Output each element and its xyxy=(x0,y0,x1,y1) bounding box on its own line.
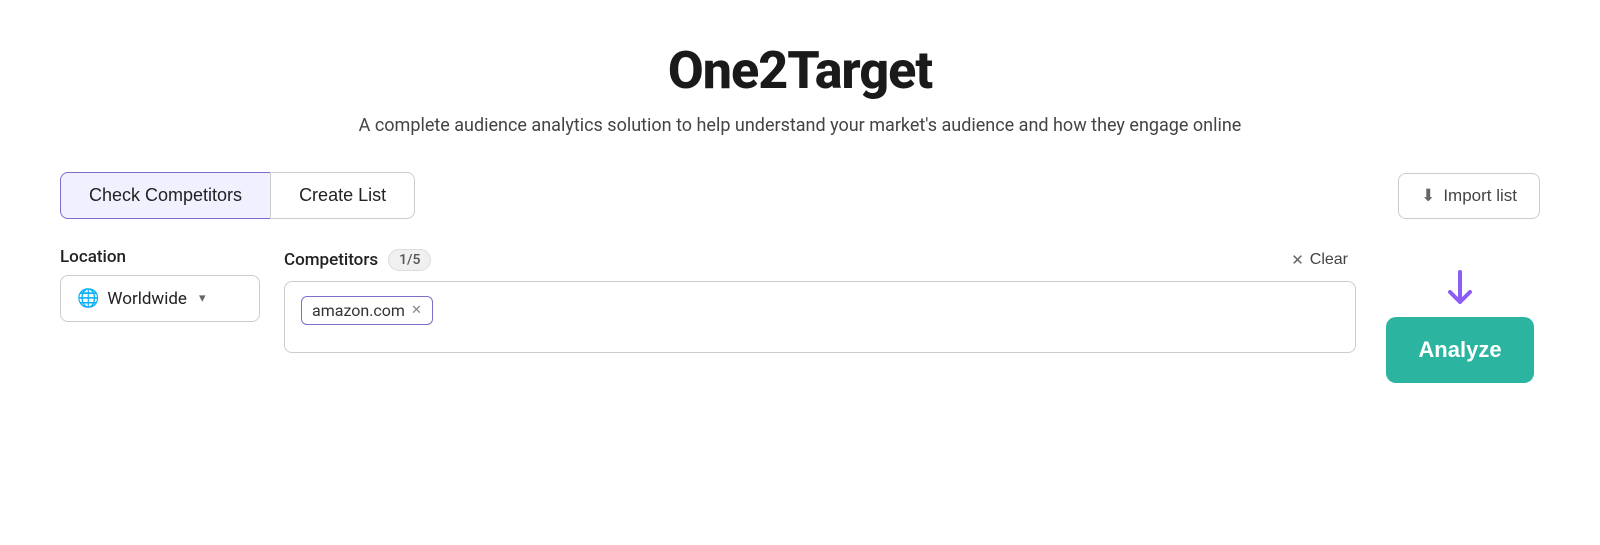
import-icon: ⬇ xyxy=(1421,186,1435,206)
tabs-row: Check Competitors Create List ⬇ Import l… xyxy=(60,172,1540,219)
page-subtitle: A complete audience analytics solution t… xyxy=(359,115,1242,136)
competitors-count-badge: 1/5 xyxy=(388,249,431,271)
form-row: Location 🌐 Worldwide ▾ Competitors 1/5 ✕… xyxy=(60,247,1540,383)
main-content: Check Competitors Create List ⬇ Import l… xyxy=(60,172,1540,383)
location-section: Location 🌐 Worldwide ▾ xyxy=(60,247,260,322)
clear-button[interactable]: ✕ Clear xyxy=(1283,247,1356,273)
clear-label: Clear xyxy=(1310,251,1348,269)
location-dropdown[interactable]: 🌐 Worldwide ▾ xyxy=(60,275,260,322)
import-button-label: Import list xyxy=(1443,186,1517,206)
analyze-button[interactable]: Analyze xyxy=(1386,317,1533,383)
tag-remove-icon[interactable]: ✕ xyxy=(411,304,422,317)
close-icon: ✕ xyxy=(1291,251,1304,269)
tabs-group: Check Competitors Create List xyxy=(60,172,415,219)
analyze-section: Analyze xyxy=(1380,247,1540,383)
location-value: Worldwide xyxy=(107,289,187,309)
competitor-tag-value: amazon.com xyxy=(312,301,405,320)
globe-icon: 🌐 xyxy=(77,288,99,309)
arrow-indicator xyxy=(1435,267,1485,321)
chevron-down-icon: ▾ xyxy=(199,291,206,306)
arrow-down-icon xyxy=(1435,267,1485,317)
competitors-header: Competitors 1/5 ✕ Clear xyxy=(284,247,1356,273)
competitors-label-group: Competitors 1/5 xyxy=(284,249,431,271)
tab-check-competitors[interactable]: Check Competitors xyxy=(60,172,270,219)
competitors-input-area[interactable]: amazon.com ✕ xyxy=(284,281,1356,353)
tab-create-list[interactable]: Create List xyxy=(270,172,415,219)
page-title: One2Target xyxy=(668,40,932,101)
competitors-label: Competitors xyxy=(284,250,378,270)
competitors-section: Competitors 1/5 ✕ Clear amazon.com ✕ xyxy=(284,247,1356,353)
location-label: Location xyxy=(60,247,260,267)
competitor-tag: amazon.com ✕ xyxy=(301,296,433,325)
import-list-button[interactable]: ⬇ Import list xyxy=(1398,173,1540,219)
